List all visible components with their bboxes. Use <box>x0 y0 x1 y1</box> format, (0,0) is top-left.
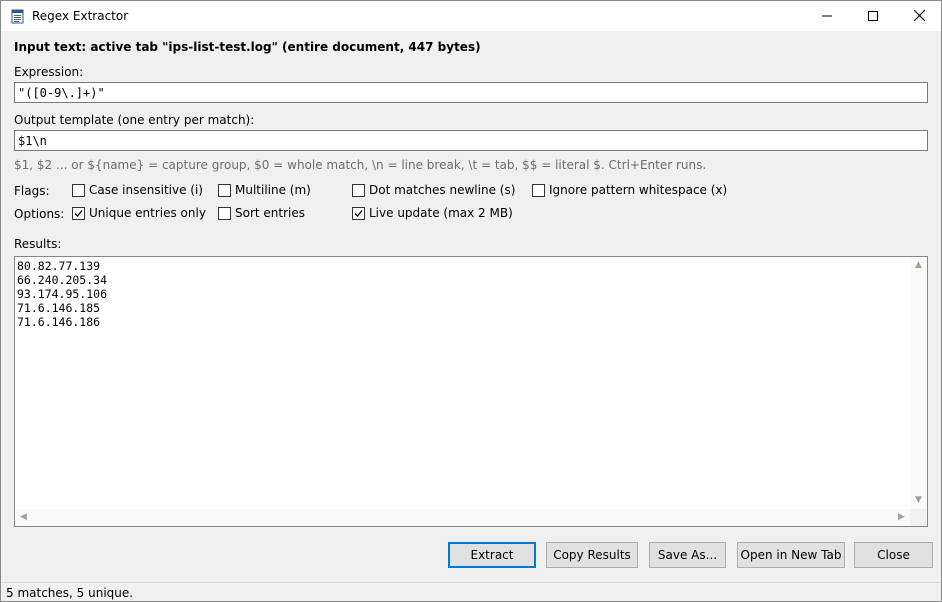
checkmark-icon <box>354 209 363 217</box>
close-button[interactable]: Close <box>854 542 933 568</box>
expression-input[interactable] <box>15 83 927 102</box>
checkbox-box[interactable] <box>218 183 231 197</box>
checkbox-unique-entries[interactable]: Unique entries only <box>72 205 206 221</box>
checkbox-box[interactable] <box>218 206 231 220</box>
save-as-button[interactable]: Save As... <box>649 542 726 568</box>
checkmark-icon <box>74 209 83 217</box>
status-bar: 5 matches, 5 unique. <box>1 582 941 601</box>
checkbox-box[interactable] <box>72 183 85 197</box>
maximize-button[interactable] <box>850 1 896 31</box>
checkbox-label: Ignore pattern whitespace (x) <box>549 183 728 197</box>
checkbox-label: Case insensitive (i) <box>89 183 203 197</box>
minimize-button[interactable] <box>804 1 850 31</box>
checkbox-label: Unique entries only <box>89 206 206 220</box>
copy-results-button[interactable]: Copy Results <box>546 542 638 568</box>
checkbox-dot-matches-newline[interactable]: Dot matches newline (s) <box>352 182 515 198</box>
results-content: 80.82.77.139 66.240.205.34 93.174.95.106… <box>17 259 107 329</box>
checkbox-multiline[interactable]: Multiline (m) <box>218 182 311 198</box>
scroll-left-icon[interactable]: ◀ <box>15 509 32 526</box>
results-label: Results: <box>14 237 62 251</box>
checkbox-box[interactable] <box>72 206 85 220</box>
input-info: Input text: active tab "ips-list-test.lo… <box>14 40 481 54</box>
checkbox-label: Multiline (m) <box>235 183 311 197</box>
notepad-document-icon <box>11 9 25 24</box>
template-hint: $1, $2 ... or ${name} = capture group, $… <box>14 158 707 172</box>
checkbox-label: Live update (max 2 MB) <box>369 206 513 220</box>
result-line: 66.240.205.34 <box>17 273 108 287</box>
scroll-up-icon[interactable]: ▲ <box>910 257 927 274</box>
maximize-icon <box>868 10 878 21</box>
close-icon <box>913 9 925 22</box>
result-line: 71.6.146.186 <box>17 315 101 329</box>
result-line: 80.82.77.139 <box>17 259 101 273</box>
open-in-new-tab-button[interactable]: Open in New Tab <box>737 542 845 568</box>
checkbox-box[interactable] <box>532 183 545 197</box>
result-line: 93.174.95.106 <box>17 287 108 301</box>
checkbox-box[interactable] <box>352 183 365 197</box>
regex-extractor-window: Regex Extractor Input text: active tab "… <box>0 0 942 602</box>
options-label: Options: <box>14 207 65 221</box>
results-textarea[interactable]: 80.82.77.139 66.240.205.34 93.174.95.106… <box>14 256 928 527</box>
expression-field[interactable] <box>14 82 928 103</box>
window-title: Regex Extractor <box>32 9 129 23</box>
result-line: 71.6.146.185 <box>17 301 101 315</box>
vertical-scrollbar[interactable]: ▲ ▼ <box>910 257 927 509</box>
title-bar: Regex Extractor <box>1 1 941 31</box>
output-template-field[interactable] <box>14 130 928 151</box>
scroll-down-icon[interactable]: ▼ <box>910 492 927 509</box>
output-template-input[interactable] <box>15 131 927 150</box>
scrollbar-corner <box>910 509 927 526</box>
checkbox-label: Dot matches newline (s) <box>369 183 516 197</box>
checkbox-box[interactable] <box>352 206 365 220</box>
checkbox-ignore-whitespace[interactable]: Ignore pattern whitespace (x) <box>532 182 727 198</box>
checkbox-case-insensitive[interactable]: Case insensitive (i) <box>72 182 203 198</box>
checkbox-sort-entries[interactable]: Sort entries <box>218 205 305 221</box>
flags-label: Flags: <box>14 184 50 198</box>
horizontal-scrollbar[interactable]: ◀ ▶ <box>15 509 910 526</box>
checkbox-label: Sort entries <box>235 206 306 220</box>
scroll-right-icon[interactable]: ▶ <box>893 509 910 526</box>
expression-label: Expression: <box>14 65 84 79</box>
minimize-icon <box>822 15 832 16</box>
status-text: 5 matches, 5 unique. <box>6 586 134 600</box>
output-template-label: Output template (one entry per match): <box>14 113 255 127</box>
checkbox-live-update[interactable]: Live update (max 2 MB) <box>352 205 513 221</box>
close-window-button[interactable] <box>896 1 941 31</box>
extract-button[interactable]: Extract <box>448 542 536 568</box>
